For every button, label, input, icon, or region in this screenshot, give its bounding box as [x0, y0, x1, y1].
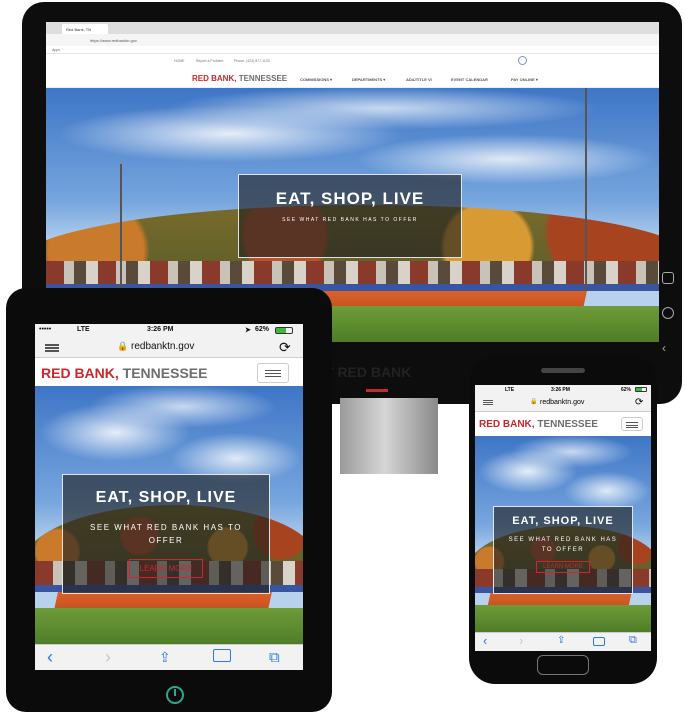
tablet-reader-icon[interactable] [45, 344, 59, 346]
phone-reader-icon[interactable] [483, 400, 493, 401]
monitor-power-icon[interactable] [662, 307, 674, 319]
phone-screen: LTE 3:26 PM 62% 🔒 redbanktn.gov ⟳ RED BA… [475, 385, 651, 651]
address-url: https://www.redbanktn.gov [90, 38, 137, 43]
menu-pay-online[interactable]: PAY ONLINE ▾ [511, 77, 538, 82]
tablet-reload-icon[interactable]: ⟳ [279, 339, 291, 356]
phone-battery-icon [635, 387, 647, 392]
site-header: RED BANK, TENNESSEE COMMISSIONS ▾ DEPART… [46, 68, 659, 88]
phone-menu-icon[interactable] [621, 417, 643, 431]
accessibility-icon[interactable] [518, 56, 527, 65]
phone-site-header: RED BANK, TENNESSEE [475, 412, 651, 436]
phone-home-button[interactable] [537, 655, 589, 675]
phone-status-bar: LTE 3:26 PM 62% [475, 385, 651, 394]
tablet-back-icon[interactable]: ‹ [47, 647, 53, 668]
bookmarks-bar: Apps [46, 46, 659, 54]
tablet-address-bar[interactable]: 🔒 redbanktn.gov ⟳ [35, 336, 303, 358]
browser-tab[interactable]: Red Bank, TN [62, 24, 108, 34]
monitor-back-icon[interactable]: ‹ [662, 342, 674, 354]
menu-departments[interactable]: DEPARTMENTS ▾ [352, 77, 385, 82]
browser-tab-bar: Red Bank, TN [46, 22, 659, 34]
tablet-menu-icon[interactable] [257, 363, 289, 383]
hero-subtitle: SEE WHAT RED BANK HAS TO OFFER [282, 217, 418, 223]
tablet-share-icon[interactable]: ⇪ [159, 649, 171, 666]
tablet-site-logo[interactable]: RED BANK, TENNESSEE [41, 365, 207, 381]
tablet-time: 3:26 PM [147, 326, 174, 333]
phone-time: 3:26 PM [551, 387, 570, 393]
about-heading: T RED BANK [325, 364, 412, 380]
phone-back-icon[interactable]: ‹ [483, 633, 487, 648]
monitor-stand [340, 398, 438, 474]
phone-hero-overlay: EAT, SHOP, LIVE SEE WHAT RED BANK HAS TO… [493, 506, 633, 594]
phone-site-logo[interactable]: RED BANK, TENNESSEE [479, 419, 598, 430]
utility-bar: HOME Report a Problem Phone: (423) 877-1… [46, 54, 659, 68]
phone-url: redbanktn.gov [540, 399, 585, 406]
phone-battery-text: 62% [621, 387, 632, 393]
tablet-device: ••••• LTE 3:26 PM ➤ 62% 🔒 redbanktn.gov … [6, 288, 332, 712]
tablet-status-bar: ••••• LTE 3:26 PM ➤ 62% [35, 324, 303, 336]
tablet-hero-overlay: EAT, SHOP, LIVE SEE WHAT RED BANK HAS TO… [62, 474, 270, 594]
devices-showcase: Red Bank, TN https://www.redbanktn.gov A… [0, 0, 685, 717]
tablet-hero-subtitle: SEE WHAT RED BANK HAS TO OFFER [90, 523, 242, 545]
tablet-carrier: LTE [77, 326, 90, 333]
bookmark-apps[interactable]: Apps [52, 48, 60, 52]
tablet-screen: ••••• LTE 3:26 PM ➤ 62% 🔒 redbanktn.gov … [35, 324, 303, 670]
phone-bookmarks-icon[interactable] [593, 637, 605, 646]
hero-title: EAT, SHOP, LIVE [275, 189, 425, 208]
tablet-battery-text: 62% [255, 326, 270, 333]
tablet-bookmarks-icon[interactable] [213, 649, 231, 662]
browser-address-bar[interactable]: https://www.redbanktn.gov [46, 34, 659, 46]
tablet-hero-title: EAT, SHOP, LIVE [95, 489, 237, 506]
phone-hero-subtitle: SEE WHAT RED BANK HAS TO OFFER [508, 537, 618, 553]
phone-share-icon[interactable]: ⇪ [557, 635, 565, 646]
tablet-learn-more-button[interactable]: LEARN MORE [128, 559, 204, 578]
menu-commissions[interactable]: COMMISSIONS ▾ [300, 77, 332, 82]
tablet-location-icon: ➤ [245, 327, 251, 334]
phone-carrier: LTE [505, 387, 515, 393]
utility-phone: Phone: (423) 877-1103 [234, 59, 270, 63]
phone-browser-toolbar: ‹ › ⇪ ⧉ [475, 632, 651, 651]
hero-overlay: EAT, SHOP, LIVE SEE WHAT RED BANK HAS TO… [238, 174, 462, 258]
tablet-site-header: RED BANK, TENNESSEE [35, 358, 303, 386]
tablet-battery-icon [275, 327, 293, 334]
tablet-lock-icon: 🔒 [117, 341, 129, 351]
tablet-forward-icon[interactable]: › [105, 647, 111, 668]
tablet-tabs-icon[interactable]: ⧉ [269, 649, 280, 666]
phone-tabs-icon[interactable]: ⧉ [629, 634, 637, 647]
monitor-window-icon[interactable] [662, 272, 674, 284]
tablet-url: redbanktn.gov [131, 341, 195, 352]
phone-device: LTE 3:26 PM 62% 🔒 redbanktn.gov ⟳ RED BA… [469, 356, 657, 684]
site-logo[interactable]: RED BANK, TENNESSEE [192, 74, 287, 83]
phone-lock-icon: 🔒 [530, 399, 538, 405]
about-underline [366, 389, 388, 392]
tablet-browser-toolbar: ‹ › ⇪ ⧉ [35, 644, 303, 670]
menu-event-calendar[interactable]: EVENT CALENDAR [451, 77, 488, 82]
phone-address-bar[interactable]: 🔒 redbanktn.gov ⟳ [475, 394, 651, 412]
phone-speaker [541, 368, 585, 373]
utility-report-link[interactable]: Report a Problem [196, 59, 223, 63]
phone-learn-more-button[interactable]: LEARN MORE [536, 561, 590, 573]
utility-home-link[interactable]: HOME [174, 59, 185, 63]
menu-ada[interactable]: ADA/TITLE VI [406, 77, 432, 82]
tablet-home-button[interactable] [166, 686, 184, 704]
phone-forward-icon[interactable]: › [519, 633, 523, 648]
phone-reload-icon[interactable]: ⟳ [635, 397, 643, 408]
tablet-hero-image: EAT, SHOP, LIVE SEE WHAT RED BANK HAS TO… [35, 386, 303, 644]
phone-hero-image: EAT, SHOP, LIVE SEE WHAT RED BANK HAS TO… [475, 436, 651, 632]
phone-hero-title: EAT, SHOP, LIVE [512, 515, 614, 527]
